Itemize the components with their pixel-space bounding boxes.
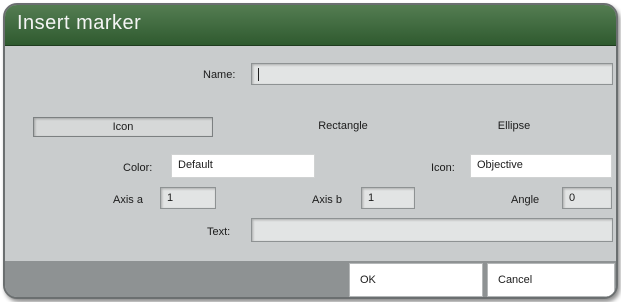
axis-a-input[interactable]: 1 [160, 187, 216, 209]
color-select[interactable]: Default [171, 154, 315, 178]
tab-icon-label: Icon [112, 121, 134, 133]
angle-label: Angle [511, 194, 540, 206]
axis-a-label: Axis a [113, 194, 143, 206]
tab-ellipse-label: Ellipse [497, 120, 531, 132]
tab-ellipse[interactable]: Ellipse [425, 117, 603, 135]
dialog-title: Insert marker [17, 12, 142, 34]
tab-rectangle-label: Rectangle [318, 120, 368, 132]
cancel-button[interactable]: Cancel [487, 263, 615, 297]
axis-b-label: Axis b [312, 194, 342, 206]
cancel-button-label: Cancel [498, 274, 533, 286]
color-label: Color: [123, 162, 153, 174]
ok-button[interactable]: OK [349, 263, 483, 297]
axis-b-input[interactable]: 1 [361, 187, 415, 209]
angle-value: 0 [569, 192, 576, 204]
insert-marker-dialog: Insert marker Name: Icon Rectangle Ellip… [3, 3, 618, 299]
title-bar: Insert marker [5, 5, 616, 46]
tab-rectangle[interactable]: Rectangle [254, 117, 432, 135]
name-label: Name: [203, 69, 236, 81]
ok-button-label: OK [360, 274, 376, 286]
tab-icon[interactable]: Icon [33, 117, 213, 137]
axis-b-value: 1 [368, 192, 375, 204]
axis-a-value: 1 [167, 192, 174, 204]
icon-value: Objective [477, 159, 523, 171]
text-caret [258, 68, 259, 81]
icon-select[interactable]: Objective [470, 154, 612, 178]
name-input[interactable] [251, 63, 613, 85]
text-input[interactable] [251, 218, 613, 242]
text-label: Text: [207, 226, 231, 238]
icon-label: Icon: [431, 162, 455, 174]
color-value: Default [178, 159, 213, 171]
angle-input[interactable]: 0 [562, 187, 612, 209]
